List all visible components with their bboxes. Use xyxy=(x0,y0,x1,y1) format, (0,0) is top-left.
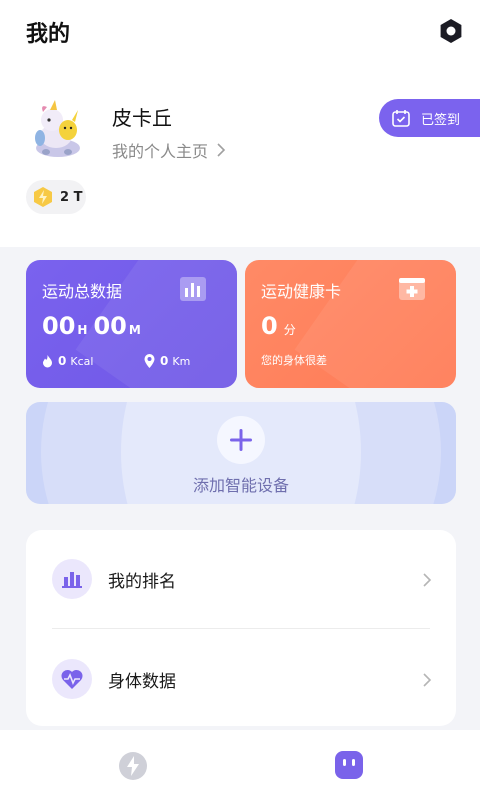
plus-icon xyxy=(217,416,265,464)
settings-button[interactable] xyxy=(436,16,466,46)
username: 皮卡丘 xyxy=(112,106,172,130)
health-score-unit: 分 xyxy=(283,323,296,337)
heart-pulse-icon xyxy=(52,659,92,699)
health-description: 您的身体很差 xyxy=(261,354,327,367)
health-card-title: 运动健康卡 xyxy=(261,282,342,301)
minutes-unit: M xyxy=(128,323,141,337)
bar-chart-icon xyxy=(52,559,92,599)
coin-value: 2 T xyxy=(60,189,83,205)
chevron-right-icon xyxy=(422,672,432,692)
calories-stat: 0 Kcal xyxy=(42,354,93,368)
menu-list: 我的排名 身体数据 xyxy=(26,530,456,726)
chevron-right-icon xyxy=(216,142,226,158)
chevron-right-icon xyxy=(422,572,432,592)
health-score: 0 分 xyxy=(261,312,302,340)
lightning-hexagon-icon xyxy=(32,186,54,208)
sport-card-title: 运动总数据 xyxy=(42,282,123,301)
menu-item-label: 身体数据 xyxy=(108,671,176,692)
medical-kit-icon xyxy=(399,278,425,300)
add-device-label: 添加智能设备 xyxy=(192,476,289,495)
homepage-link[interactable]: 我的个人主页 xyxy=(112,138,226,162)
divider xyxy=(52,628,430,629)
sport-duration: 00 H 00 M xyxy=(42,312,147,340)
location-pin-icon xyxy=(144,354,155,368)
tab-profile[interactable] xyxy=(334,749,364,781)
lightning-icon xyxy=(119,752,147,780)
health-card[interactable]: 运动健康卡 0 分 您的身体很差 xyxy=(245,260,456,388)
settings-hexagon-icon xyxy=(440,19,462,43)
robot-face-icon xyxy=(335,751,363,779)
checkin-button[interactable]: 已签到 xyxy=(379,99,480,137)
flame-icon xyxy=(43,354,52,367)
distance-stat: 0 Km xyxy=(144,354,190,368)
avatar[interactable] xyxy=(28,98,88,160)
menu-item-label: 我的排名 xyxy=(108,571,176,592)
calories-unit: Kcal xyxy=(70,354,94,368)
sport-total-card[interactable]: 运动总数据 00 H 00 M 0 Kcal 0 Km xyxy=(26,260,237,388)
calories-value: 0 xyxy=(58,354,67,368)
distance-unit: Km xyxy=(172,354,191,368)
bar-chart-icon xyxy=(180,277,206,301)
homepage-link-label: 我的个人主页 xyxy=(112,142,209,161)
add-device-button[interactable]: 添加智能设备 xyxy=(26,402,456,504)
menu-item-ranking[interactable]: 我的排名 xyxy=(26,530,456,628)
hours-unit: H xyxy=(77,323,88,337)
unicorn-avatar-icon xyxy=(35,100,80,157)
energy-coin-badge[interactable]: 2 T xyxy=(26,180,86,214)
duration-hours: 00 xyxy=(42,312,76,340)
bottom-tab-bar xyxy=(0,730,480,800)
checkin-label: 已签到 xyxy=(421,112,461,128)
distance-value: 0 xyxy=(160,354,169,368)
duration-minutes: 00 xyxy=(93,312,127,340)
health-score-value: 0 xyxy=(261,312,278,340)
page-title: 我的 xyxy=(26,22,71,47)
calendar-check-icon xyxy=(391,108,411,128)
tab-sport[interactable] xyxy=(118,751,148,781)
menu-item-body-data[interactable]: 身体数据 xyxy=(26,630,456,728)
